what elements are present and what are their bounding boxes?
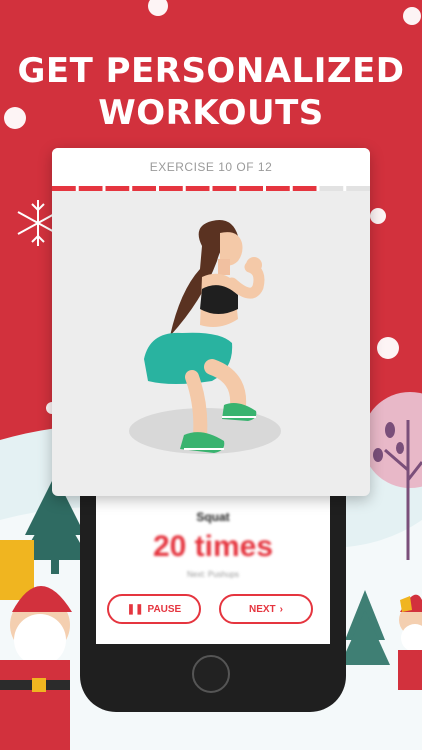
next-button[interactable]: NEXT › (219, 594, 313, 624)
card-header: EXERCISE 10 OF 12 (52, 148, 370, 186)
headline-line-1: GET PERSONALIZED (17, 51, 405, 91)
headline: GET PERSONALIZED WORKOUTS (0, 50, 422, 134)
exercise-card: EXERCISE 10 OF 12 (52, 148, 370, 496)
woman-squat-illustration (129, 220, 281, 454)
phone-screen: Squat 20 times Next: Pushups ❚❚ PAUSE NE… (96, 480, 330, 644)
exercise-progress-title: EXERCISE 10 OF 12 (149, 160, 273, 174)
exercise-count: 20 times (152, 530, 274, 563)
pause-button[interactable]: ❚❚ PAUSE (107, 594, 201, 624)
home-button[interactable] (192, 655, 230, 693)
pause-button-label: PAUSE (147, 603, 182, 615)
exercise-name: Squat (196, 510, 230, 524)
headline-line-2: WORKOUTS (98, 93, 324, 133)
chevron-right-icon: › (279, 603, 283, 615)
next-exercise-label: Next: Pushups (186, 570, 240, 579)
pause-icon: ❚❚ (126, 603, 144, 615)
next-button-label: NEXT (248, 603, 276, 615)
